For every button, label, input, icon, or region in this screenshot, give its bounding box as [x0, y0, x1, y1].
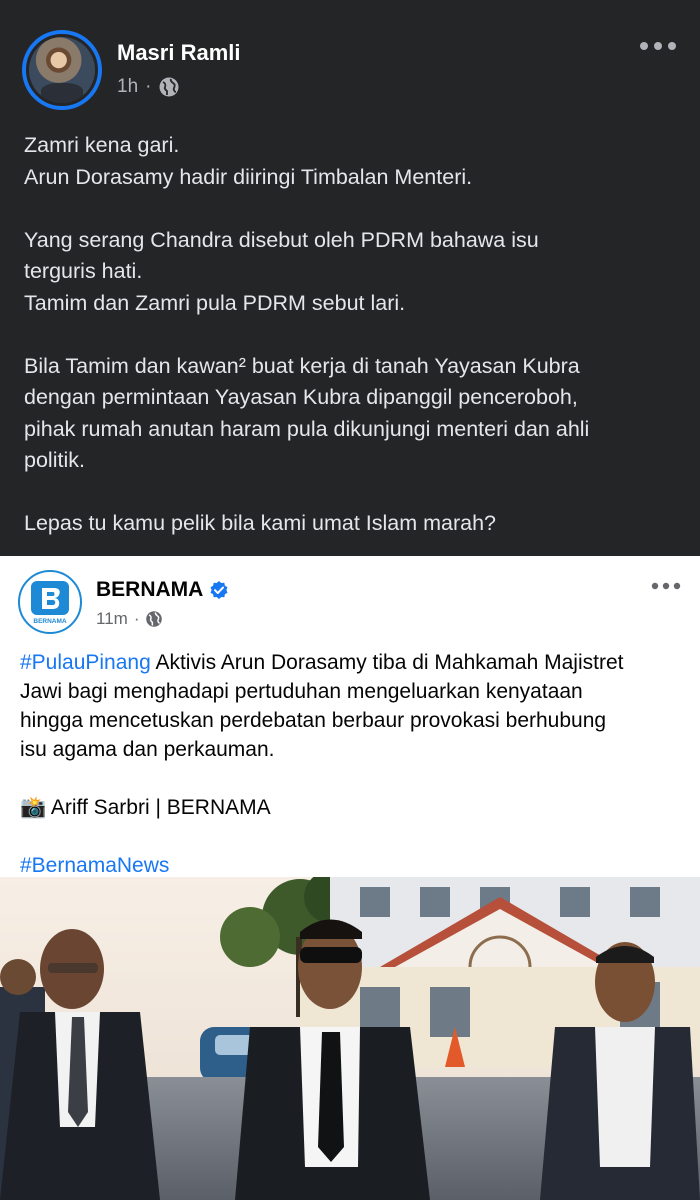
- post-line: dengan permintaan Yayasan Kubra dipanggi…: [24, 385, 578, 409]
- bernama-logo: BERNAMA: [31, 581, 69, 625]
- post-line: #PulauPinang Aktivis Arun Dorasamy tiba …: [20, 648, 690, 677]
- globe-icon: [146, 611, 163, 627]
- page-name[interactable]: BERNAMA: [96, 578, 229, 602]
- bernama-avatar[interactable]: BERNAMA: [18, 570, 82, 634]
- post-time[interactable]: 1h: [117, 76, 138, 98]
- photo-credit-text: Ariff Sarbri | BERNAMA: [46, 796, 271, 819]
- post-meta: 1h ·: [117, 76, 180, 98]
- author-photo: [29, 37, 95, 103]
- original-post: Masri Ramli 1h · Zamri kena gari. Arun D…: [0, 0, 700, 556]
- post-line: [24, 193, 684, 225]
- page-name-text[interactable]: BERNAMA: [96, 578, 203, 602]
- post-line: Lepas tu kamu pelik bila kami umat Islam…: [24, 511, 497, 535]
- post-line: [24, 477, 684, 509]
- post-line: Zamri kena gari.: [24, 133, 180, 157]
- post-line: #BernamaNews: [20, 851, 690, 880]
- globe-icon: [159, 77, 179, 97]
- post-line: politik.: [24, 448, 85, 472]
- meta-separator: ·: [145, 76, 152, 97]
- shared-post-text: #PulauPinang Aktivis Arun Dorasamy tiba …: [20, 648, 690, 880]
- photo-credit: 📸 Ariff Sarbri | BERNAMA: [20, 793, 690, 822]
- post-photo[interactable]: [0, 877, 700, 1200]
- hashtag-link[interactable]: #PulauPinang: [20, 651, 151, 674]
- camera-emoji-icon: 📸: [20, 796, 47, 819]
- post-line: hingga mencetuskan perdebatan berbaur pr…: [20, 709, 607, 732]
- post-line: terguris hati.: [24, 259, 143, 283]
- meta-separator: ·: [133, 609, 140, 628]
- hashtag-link[interactable]: #BernamaNews: [20, 854, 169, 877]
- author-name[interactable]: Masri Ramli: [117, 40, 241, 66]
- more-options-icon[interactable]: [638, 34, 678, 58]
- post-line: [24, 319, 684, 351]
- post-line-text: Aktivis Arun Dorasamy tiba di Mahkamah M…: [150, 651, 624, 674]
- post-line: Yang serang Chandra disebut oleh PDRM ba…: [24, 227, 539, 252]
- post-text: Zamri kena gari. Arun Dorasamy hadir dii…: [24, 130, 684, 540]
- news-photo-illustration: [0, 877, 700, 1200]
- logo-text: BERNAMA: [33, 618, 67, 625]
- post-line: Bila Tamim dan kawan² buat kerja di tana…: [24, 353, 580, 378]
- post-line: Tamim dan Zamri pula PDRM sebut lari.: [24, 290, 406, 315]
- post-time[interactable]: 11m: [96, 609, 128, 629]
- post-line: Jawi bagi menghadapi pertuduhan mengelua…: [20, 680, 583, 703]
- author-avatar[interactable]: [22, 30, 102, 110]
- post-line: isu agama dan perkauman.: [20, 738, 275, 761]
- post-line: Arun Dorasamy hadir diiringi Timbalan Me…: [24, 164, 473, 189]
- verified-badge-icon: [210, 581, 228, 599]
- more-options-icon[interactable]: [650, 576, 682, 596]
- post-meta: 11m ·: [96, 609, 163, 629]
- post-line: pihak rumah anutan haram pula dikunjungi…: [24, 416, 590, 441]
